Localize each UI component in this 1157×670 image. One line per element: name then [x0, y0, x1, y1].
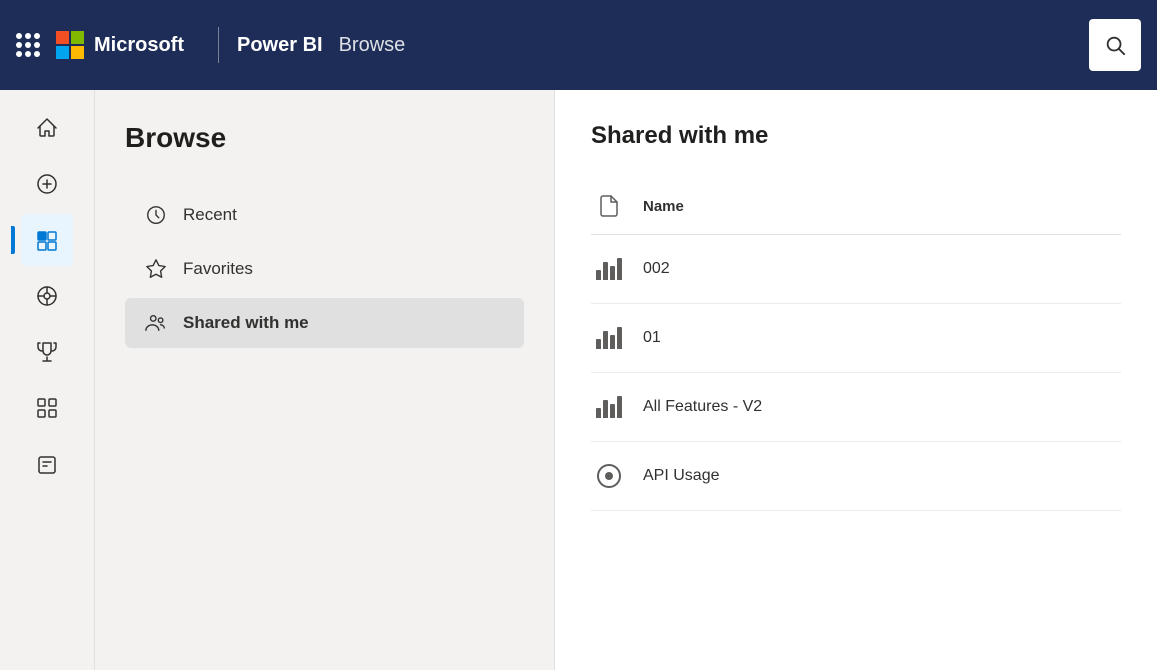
row-name-002: 002: [643, 260, 670, 278]
table-row[interactable]: 01: [591, 304, 1121, 373]
search-button[interactable]: [1089, 19, 1141, 71]
create-icon: [35, 172, 59, 196]
browse-item-recent[interactable]: Recent: [125, 190, 524, 240]
shared-label: Shared with me: [183, 313, 309, 333]
page-breadcrumb: Browse: [339, 34, 406, 57]
row-icon-01: [591, 320, 627, 356]
browse-item-shared[interactable]: Shared with me: [125, 298, 524, 348]
bar-chart-icon: [596, 258, 622, 280]
sidebar-item-goals[interactable]: [21, 326, 73, 378]
row-icon-002: [591, 251, 627, 287]
favorites-label: Favorites: [183, 259, 253, 279]
browse-item-favorites[interactable]: Favorites: [125, 244, 524, 294]
app-launcher-button[interactable]: [16, 33, 40, 57]
hub-icon: [35, 284, 59, 308]
shared-icon: [145, 312, 167, 334]
star-icon: [145, 258, 167, 280]
browse-icon: [35, 228, 59, 252]
sidebar-item-hub[interactable]: [21, 270, 73, 322]
header-file-icon: [591, 188, 627, 224]
row-icon-api-usage: [591, 458, 627, 494]
top-nav-bar: Microsoft Power BI Browse: [0, 0, 1157, 90]
icon-sidebar: [0, 90, 95, 670]
file-icon: [597, 194, 621, 218]
browse-menu: Recent Favorites Shared with me: [125, 190, 524, 348]
search-icon: [1104, 34, 1126, 56]
browse-panel: Browse Recent Favorites: [95, 90, 555, 670]
app-name: Power BI: [237, 34, 323, 57]
row-name-01: 01: [643, 329, 661, 347]
content-area: Shared with me Name 002: [555, 90, 1157, 670]
name-column-header: Name: [643, 198, 684, 215]
bar-chart-icon: [596, 327, 622, 349]
sidebar-item-apps[interactable]: [21, 382, 73, 434]
content-title: Shared with me: [591, 122, 1121, 150]
row-icon-all-features: [591, 389, 627, 425]
table-header: Name: [591, 178, 1121, 235]
microsoft-logo: Microsoft: [56, 31, 184, 59]
sidebar-item-learn[interactable]: [21, 438, 73, 490]
gauge-icon: [597, 464, 621, 488]
sidebar-item-browse[interactable]: [21, 214, 73, 266]
browse-panel-title: Browse: [125, 122, 524, 154]
nav-divider: [218, 27, 219, 63]
table-row[interactable]: API Usage: [591, 442, 1121, 511]
recent-label: Recent: [183, 205, 237, 225]
bar-chart-icon: [596, 396, 622, 418]
home-icon: [35, 116, 59, 140]
trophy-icon: [35, 340, 59, 364]
clock-icon: [145, 204, 167, 226]
learn-icon: [35, 452, 59, 476]
ms-grid-icon: [56, 31, 84, 59]
sidebar-item-create[interactable]: [21, 158, 73, 210]
apps-icon: [35, 396, 59, 420]
brand-name: Microsoft: [94, 34, 184, 57]
table-row[interactable]: 002: [591, 235, 1121, 304]
row-name-all-features: All Features - V2: [643, 398, 762, 416]
main-layout: Browse Recent Favorites: [0, 90, 1157, 670]
row-name-api-usage: API Usage: [643, 467, 719, 485]
table-row[interactable]: All Features - V2: [591, 373, 1121, 442]
sidebar-item-home[interactable]: [21, 102, 73, 154]
